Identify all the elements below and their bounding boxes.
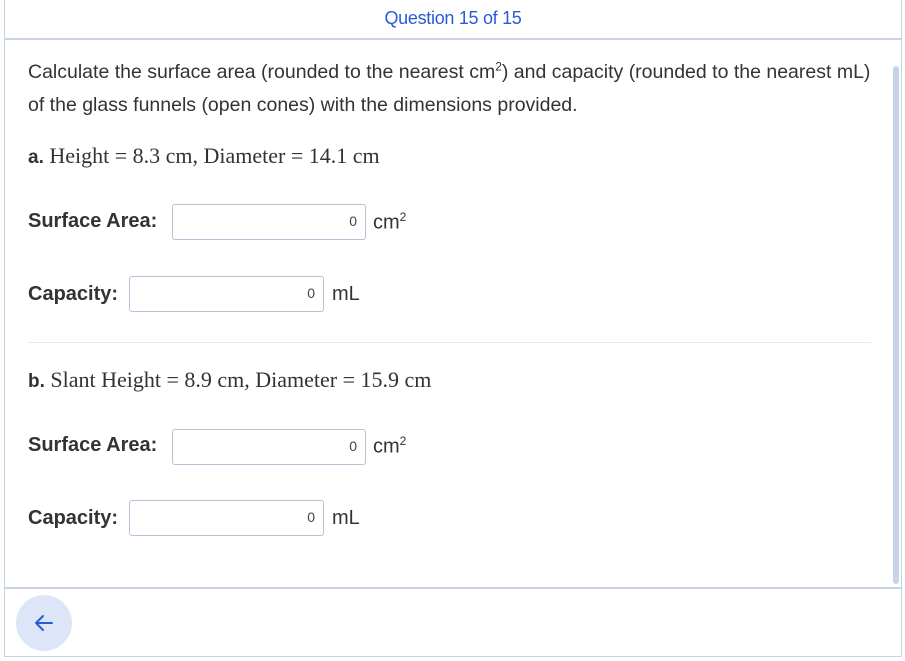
part-b-heading: b. Slant Height = 8.9 cm, Diameter = 15.… xyxy=(28,367,431,393)
part-b-capacity-input[interactable]: 0 xyxy=(129,500,324,536)
part-b-surface-area-label: Surface Area: xyxy=(28,434,158,456)
part-a-surface-area-input[interactable]: 0 xyxy=(172,204,366,240)
part-divider xyxy=(28,342,871,343)
back-button[interactable] xyxy=(16,595,72,651)
question-content: Calculate the surface area (rounded to t… xyxy=(28,56,873,122)
part-b-capacity-unit: mL xyxy=(332,507,360,529)
part-a-expression: Height = 8.3 cm, Diameter = 14.1 cm xyxy=(49,143,380,168)
part-a-capacity-input[interactable]: 0 xyxy=(129,276,324,312)
part-b-surface-area-value: 0 xyxy=(349,438,357,454)
part-b-surface-area-unit: cm2 xyxy=(373,434,407,458)
question-header: Question 15 of 15 xyxy=(4,0,902,40)
question-prompt: Calculate the surface area (rounded to t… xyxy=(28,59,871,117)
vertical-scrollbar[interactable] xyxy=(893,66,899,584)
part-a-capacity-value: 0 xyxy=(307,285,315,301)
part-a-heading: a. Height = 8.3 cm, Diameter = 14.1 cm xyxy=(28,143,380,169)
part-b-capacity-label: Capacity: xyxy=(28,507,119,529)
question-counter: Question 15 of 15 xyxy=(384,8,522,28)
part-a-capacity-unit: mL xyxy=(332,283,360,305)
part-a-surface-area-unit: cm2 xyxy=(373,210,407,234)
part-a-capacity-label: Capacity: xyxy=(28,283,119,305)
part-a-surface-area-value: 0 xyxy=(349,213,357,229)
part-a-letter: a. xyxy=(28,147,44,168)
part-a-surface-area-label: Surface Area: xyxy=(28,210,158,232)
arrow-left-icon xyxy=(35,615,53,631)
part-b-letter: b. xyxy=(28,371,45,392)
part-b-expression: Slant Height = 8.9 cm, Diameter = 15.9 c… xyxy=(50,367,432,392)
question-footer xyxy=(4,587,902,657)
part-b-capacity-value: 0 xyxy=(307,509,315,525)
part-b-surface-area-input[interactable]: 0 xyxy=(172,429,366,465)
